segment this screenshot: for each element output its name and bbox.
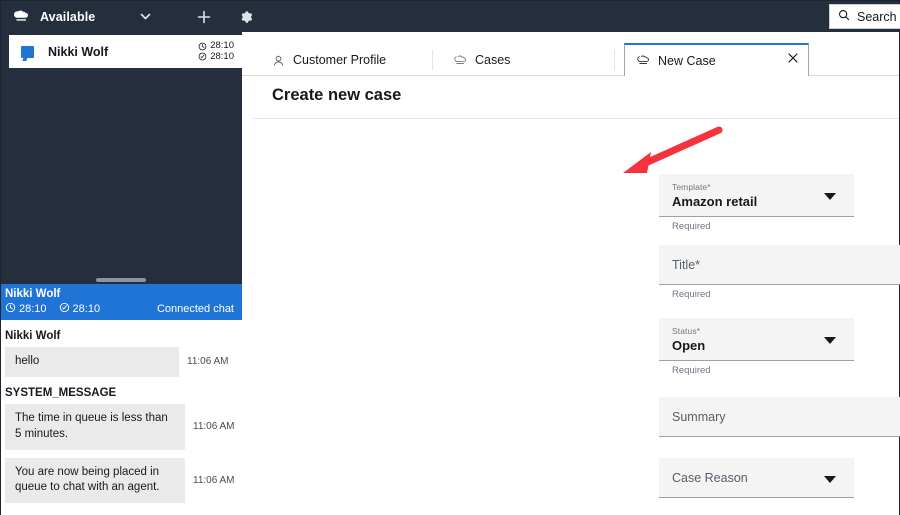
tab-new-case-label: New Case bbox=[658, 54, 716, 68]
chat-message: You are now being placed in queue to cha… bbox=[1, 458, 242, 504]
chevron-down-icon bbox=[824, 193, 836, 200]
message-author: Nikki Wolf bbox=[5, 330, 242, 342]
clock-check-icon bbox=[198, 52, 207, 61]
new-case-form: Template* Amazon retail Required Title* … bbox=[242, 119, 899, 515]
chat-icon bbox=[21, 46, 34, 58]
contact-card[interactable]: Nikki Wolf 28:10 28:10 bbox=[9, 35, 242, 68]
message-group: SYSTEM_MESSAGE The time in queue is less… bbox=[1, 387, 242, 503]
message-bubble: hello bbox=[5, 347, 179, 377]
contact-timer-secondary-value: 28:10 bbox=[210, 52, 234, 62]
case-reason-placeholder: Case Reason bbox=[672, 471, 748, 485]
search-placeholder-text: Search W bbox=[857, 10, 900, 24]
status-select[interactable]: Status* Open bbox=[659, 318, 854, 361]
panel-drag-handle[interactable] bbox=[96, 278, 146, 282]
summary-placeholder: Summary bbox=[672, 410, 725, 424]
plus-icon[interactable] bbox=[194, 7, 214, 27]
chat-transcript[interactable]: Nikki Wolf hello 11:06 AM SYSTEM_MESSAGE… bbox=[1, 320, 242, 515]
clock-icon bbox=[5, 302, 16, 316]
top-bar: Available Search W bbox=[1, 1, 899, 32]
message-bubble: The time in queue is less than 5 minutes… bbox=[5, 404, 185, 450]
cases-icon bbox=[454, 55, 467, 66]
title-input[interactable]: Title* bbox=[659, 245, 900, 285]
template-select[interactable]: Template* Amazon retail bbox=[659, 174, 854, 217]
crm-pane: Customer Profile Cases bbox=[242, 32, 899, 515]
connected-timer-secondary-value: 28:10 bbox=[73, 303, 101, 315]
chat-message: The time in queue is less than 5 minutes… bbox=[1, 404, 242, 450]
connected-chat-banner: Nikki Wolf 28:10 28:10 Connected chat bbox=[1, 284, 242, 320]
amazon-connect-logo-icon bbox=[11, 7, 31, 27]
summary-input[interactable]: Summary bbox=[659, 397, 900, 437]
cases-icon bbox=[637, 55, 650, 66]
chevron-down-icon bbox=[824, 476, 836, 483]
tab-new-case[interactable]: New Case bbox=[624, 43, 809, 76]
tab-divider bbox=[614, 50, 615, 70]
app-window: Available Search W Nikki Wolf bbox=[0, 0, 900, 515]
ccp-panel: Nikki Wolf 28:10 28:10 Nikki Wo bbox=[1, 32, 242, 515]
chevron-down-icon[interactable] bbox=[135, 7, 155, 27]
clock-icon bbox=[198, 42, 207, 51]
search-input[interactable]: Search W bbox=[829, 4, 900, 29]
chevron-down-icon bbox=[824, 337, 836, 344]
contact-timer-primary-value: 28:10 bbox=[210, 41, 234, 51]
tab-customer-profile[interactable]: Customer Profile bbox=[260, 44, 398, 76]
ccp-empty-area bbox=[1, 68, 242, 273]
gear-icon[interactable] bbox=[236, 7, 256, 27]
tab-cases-label: Cases bbox=[475, 53, 510, 67]
message-group: Nikki Wolf hello 11:06 AM bbox=[1, 330, 242, 377]
contact-card-timers: 28:10 28:10 bbox=[198, 41, 234, 62]
contact-timer-primary: 28:10 bbox=[198, 41, 234, 51]
person-icon bbox=[272, 54, 285, 67]
chat-message: hello 11:06 AM bbox=[1, 347, 242, 377]
contact-timer-secondary: 28:10 bbox=[198, 52, 234, 62]
connection-status-label: Connected chat bbox=[157, 303, 234, 315]
tab-cases[interactable]: Cases bbox=[442, 44, 522, 76]
status-value: Open bbox=[672, 338, 705, 353]
connected-timer-primary-value: 28:10 bbox=[19, 303, 47, 315]
tab-bar: Customer Profile Cases bbox=[242, 32, 899, 76]
template-label: Template* bbox=[672, 182, 711, 192]
case-reason-select[interactable]: Case Reason bbox=[659, 458, 854, 498]
template-help-text: Required bbox=[672, 221, 711, 232]
contact-card-name: Nikki Wolf bbox=[48, 45, 108, 59]
message-timestamp: 11:06 AM bbox=[193, 475, 235, 486]
page-title: Create new case bbox=[272, 86, 401, 105]
connected-timer-secondary: 28:10 bbox=[59, 302, 101, 316]
template-value: Amazon retail bbox=[672, 194, 757, 209]
clock-check-icon bbox=[59, 302, 70, 316]
title-placeholder: Title* bbox=[672, 258, 700, 272]
message-timestamp: 11:06 AM bbox=[187, 356, 229, 367]
title-help-text: Required bbox=[672, 289, 711, 300]
message-author: SYSTEM_MESSAGE bbox=[5, 387, 242, 399]
agent-status-label: Available bbox=[40, 10, 95, 24]
search-icon bbox=[838, 8, 850, 26]
connected-contact-name: Nikki Wolf bbox=[5, 287, 234, 301]
tab-divider bbox=[432, 50, 433, 70]
close-icon[interactable] bbox=[788, 53, 798, 65]
message-timestamp: 11:06 AM bbox=[193, 421, 235, 432]
tab-customer-profile-label: Customer Profile bbox=[293, 53, 386, 67]
status-label: Status* bbox=[672, 326, 700, 336]
status-help-text: Required bbox=[672, 365, 711, 376]
connected-timer-primary: 28:10 bbox=[5, 302, 47, 316]
message-bubble: You are now being placed in queue to cha… bbox=[5, 458, 185, 504]
